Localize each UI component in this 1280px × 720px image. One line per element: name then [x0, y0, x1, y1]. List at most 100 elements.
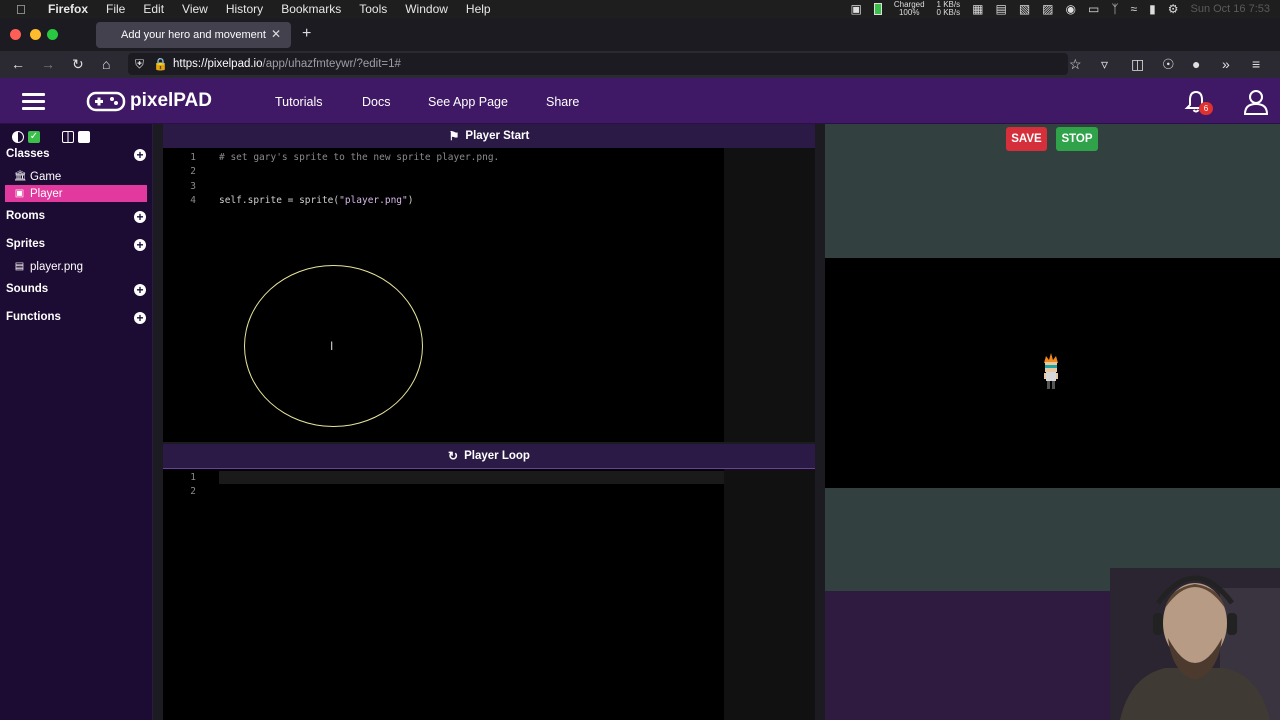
- back-icon[interactable]: ←: [11, 56, 25, 72]
- profile-extension-icon[interactable]: ●: [1192, 56, 1200, 72]
- add-class-icon[interactable]: +: [134, 149, 146, 161]
- click-highlight-circle: [244, 265, 423, 427]
- stop-button[interactable]: STOP: [1056, 127, 1098, 151]
- section-sprites: Sprites: [6, 238, 45, 250]
- section-classes: Classes: [6, 148, 50, 160]
- webcam-overlay: [1110, 568, 1280, 720]
- line-number: 2: [190, 166, 196, 177]
- section-sounds: Sounds: [6, 283, 49, 295]
- theme-check-icon[interactable]: ✓: [28, 131, 40, 143]
- section-functions: Functions: [6, 311, 61, 323]
- save-button[interactable]: SAVE: [1006, 127, 1047, 151]
- reload-icon[interactable]: ↻: [72, 56, 84, 73]
- player-start-header: ⚑ Player Start: [163, 124, 815, 148]
- pocket-icon[interactable]: ▿: [1101, 56, 1108, 73]
- wifi-icon[interactable]: ≈: [1131, 2, 1138, 16]
- line-number: 4: [190, 195, 196, 206]
- home-icon[interactable]: ⌂: [102, 56, 110, 72]
- line-number: 1: [190, 152, 196, 163]
- menu-file[interactable]: File: [106, 2, 125, 16]
- class-item-game[interactable]: 🏛 Game: [5, 168, 147, 185]
- user-account-icon[interactable]: [1243, 89, 1269, 115]
- window-zoom-icon[interactable]: [47, 29, 58, 40]
- menu-app-name[interactable]: Firefox: [48, 2, 88, 16]
- add-sound-icon[interactable]: +: [134, 284, 146, 296]
- screen-record-icon[interactable]: ▣: [851, 2, 862, 16]
- bluetooth-icon[interactable]: ᛉ: [1111, 2, 1118, 16]
- hamburger-menu-icon[interactable]: ≡: [1252, 56, 1260, 72]
- gamepad-logo-icon: [86, 91, 126, 112]
- start-minimap[interactable]: [724, 148, 815, 442]
- notification-badge: 6: [1199, 102, 1213, 115]
- battery-status: Charged 100%: [893, 0, 925, 17]
- browser-tab[interactable]: Add your hero and movement ✕: [96, 22, 291, 48]
- window-close-icon[interactable]: [10, 29, 21, 40]
- menu-view[interactable]: View: [182, 2, 208, 16]
- apple-icon[interactable]: : [16, 2, 32, 17]
- monitor-icon[interactable]: ▭: [1088, 2, 1099, 16]
- text-cursor-icon: I: [330, 339, 334, 353]
- player-start-title: Player Start: [465, 130, 530, 142]
- clock[interactable]: Sun Oct 16 7:53: [1191, 3, 1271, 15]
- line-number: 2: [190, 486, 196, 497]
- macos-menu-bar:  Firefox File Edit View History Bookmar…: [0, 0, 1280, 18]
- cube-icon: ▣: [14, 188, 25, 199]
- new-tab-icon[interactable]: +: [302, 25, 311, 43]
- shield-icon[interactable]: ⛨: [135, 57, 144, 72]
- menu-window[interactable]: Window: [405, 2, 448, 16]
- add-sprite-icon[interactable]: +: [134, 239, 146, 251]
- menu-tools[interactable]: Tools: [359, 2, 387, 16]
- image-icon: ▤: [14, 261, 25, 272]
- nav-share[interactable]: Share: [546, 95, 579, 109]
- headphones-icon[interactable]: ◉: [1066, 2, 1076, 16]
- menu-edit[interactable]: Edit: [143, 2, 164, 16]
- class-icon: 🏛: [14, 171, 27, 182]
- line-number: 1: [190, 472, 196, 483]
- menu-history[interactable]: History: [226, 2, 263, 16]
- battery-icon[interactable]: [873, 3, 882, 15]
- code-line[interactable]: # set gary's sprite to the new sprite pl…: [219, 152, 499, 163]
- add-function-icon[interactable]: +: [134, 312, 146, 324]
- extension-icon[interactable]: ☉: [1162, 56, 1175, 73]
- reader-view-icon[interactable]: ◫: [1131, 56, 1144, 73]
- lock-icon[interactable]: 🔒: [153, 57, 168, 71]
- theme-toggle-icon[interactable]: [12, 131, 24, 143]
- layout-split-icon[interactable]: [62, 131, 74, 143]
- player-sprite: [1044, 353, 1058, 389]
- game-letterbox-top: [825, 124, 1280, 258]
- disk-icon[interactable]: ▨: [1042, 2, 1053, 16]
- window-minimize-icon[interactable]: [30, 29, 41, 40]
- menu-bookmarks[interactable]: Bookmarks: [281, 2, 341, 16]
- sprite-label: player.png: [30, 260, 84, 273]
- flag-icon: ⚑: [448, 129, 460, 143]
- class-item-player[interactable]: ▣ Player: [5, 185, 147, 202]
- control-center-icon[interactable]: ⚙: [1168, 2, 1179, 16]
- logo-text: pixelPAD: [130, 90, 213, 111]
- tab-close-icon[interactable]: ✕: [271, 27, 281, 41]
- layout-single-icon[interactable]: [78, 131, 90, 143]
- start-code-editor[interactable]: [163, 148, 724, 442]
- code-line[interactable]: self.sprite = sprite("player.png"): [219, 195, 413, 206]
- nav-tutorials[interactable]: Tutorials: [275, 95, 322, 109]
- memory-icon[interactable]: ▤: [995, 2, 1006, 16]
- menu-help[interactable]: Help: [466, 2, 491, 16]
- battery-bar-icon[interactable]: ▮: [1149, 2, 1156, 16]
- player-loop-header: ↻ Player Loop: [163, 444, 815, 468]
- sprite-item-player[interactable]: ▤ player.png: [5, 258, 147, 275]
- add-room-icon[interactable]: +: [134, 211, 146, 223]
- app-menu-icon[interactable]: [22, 93, 45, 111]
- loop-code-editor[interactable]: [163, 468, 724, 720]
- nav-see-app-page[interactable]: See App Page: [428, 95, 508, 109]
- nav-docs[interactable]: Docs: [362, 95, 390, 109]
- overflow-icon[interactable]: »: [1222, 56, 1230, 72]
- display-icon[interactable]: ▦: [972, 2, 983, 16]
- loop-minimap[interactable]: [724, 468, 815, 720]
- forward-icon[interactable]: →: [41, 56, 55, 72]
- bookmark-star-icon[interactable]: ☆: [1069, 56, 1082, 73]
- presenter-video: [1110, 568, 1280, 720]
- class-label: Game: [30, 170, 62, 183]
- class-label: Player: [30, 187, 63, 200]
- pixelpad-logo[interactable]: pixelPAD: [86, 88, 212, 114]
- cpu-icon[interactable]: ▧: [1019, 2, 1030, 16]
- url-text[interactable]: https://pixelpad.io/app/uhazfmteywr/?edi…: [173, 58, 401, 70]
